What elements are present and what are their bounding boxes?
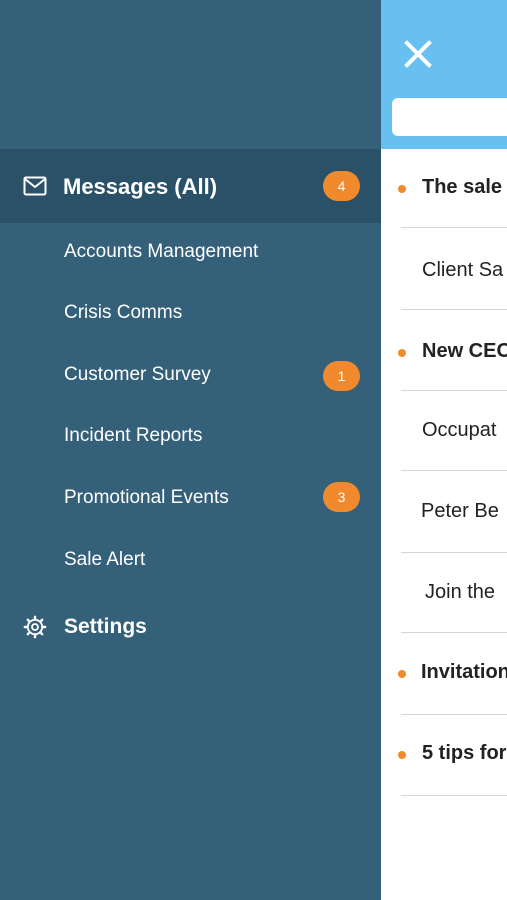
message-title: Invitation: [421, 661, 507, 683]
folder-item-promotional-events[interactable]: Promotional Events 3: [0, 472, 381, 522]
divider: [401, 714, 507, 715]
close-icon: [404, 40, 432, 68]
unread-dot: [398, 349, 406, 357]
folder-item-incident-reports[interactable]: Incident Reports: [0, 410, 381, 460]
divider: [401, 632, 507, 633]
messages-panel: The sale Client Sa New CEO Occupat Peter…: [381, 0, 507, 900]
navigation-drawer: Messages (All) 4 Accounts Management Cri…: [0, 0, 381, 900]
unread-count-badge: 4: [323, 171, 360, 201]
folder-label: Customer Survey: [64, 364, 211, 385]
close-button[interactable]: [395, 32, 439, 76]
message-title: Peter Be: [421, 500, 499, 522]
envelope-icon: [23, 176, 47, 201]
folder-label: Promotional Events: [64, 487, 229, 508]
nav-item-label: Settings: [64, 615, 147, 638]
message-title: 5 tips for: [422, 742, 507, 764]
folder-item-customer-survey[interactable]: Customer Survey 1: [0, 349, 381, 399]
divider: [401, 227, 507, 228]
divider: [401, 309, 507, 310]
gear-icon: [23, 615, 47, 644]
folder-item-crisis-comms[interactable]: Crisis Comms: [0, 287, 381, 337]
unread-dot: [398, 751, 406, 759]
unread-count-badge: 3: [323, 482, 360, 512]
nav-item-label: Messages (All): [63, 174, 218, 199]
message-title: New CEO: [422, 340, 507, 362]
unread-dot: [398, 185, 406, 193]
folder-item-sale-alert[interactable]: Sale Alert: [0, 534, 381, 584]
messages-header: [381, 0, 507, 149]
unread-dot: [398, 670, 406, 678]
folder-label: Crisis Comms: [64, 302, 183, 323]
divider: [401, 795, 507, 796]
folder-item-accounts-management[interactable]: Accounts Management: [0, 226, 381, 276]
nav-item-messages-all[interactable]: Messages (All) 4: [0, 149, 381, 223]
search-input[interactable]: [392, 98, 507, 136]
unread-count-badge: 1: [323, 361, 360, 391]
folder-label: Incident Reports: [64, 425, 203, 446]
folder-label: Sale Alert: [64, 549, 146, 570]
folder-label: Accounts Management: [64, 241, 259, 262]
message-title: Join the: [425, 581, 496, 603]
message-title: The sale: [422, 176, 503, 198]
message-title: Client Sa: [422, 259, 504, 281]
nav-item-settings[interactable]: Settings: [0, 604, 381, 650]
divider: [401, 552, 507, 553]
divider: [401, 390, 507, 391]
message-title: Occupat: [422, 419, 497, 441]
divider: [401, 470, 507, 471]
